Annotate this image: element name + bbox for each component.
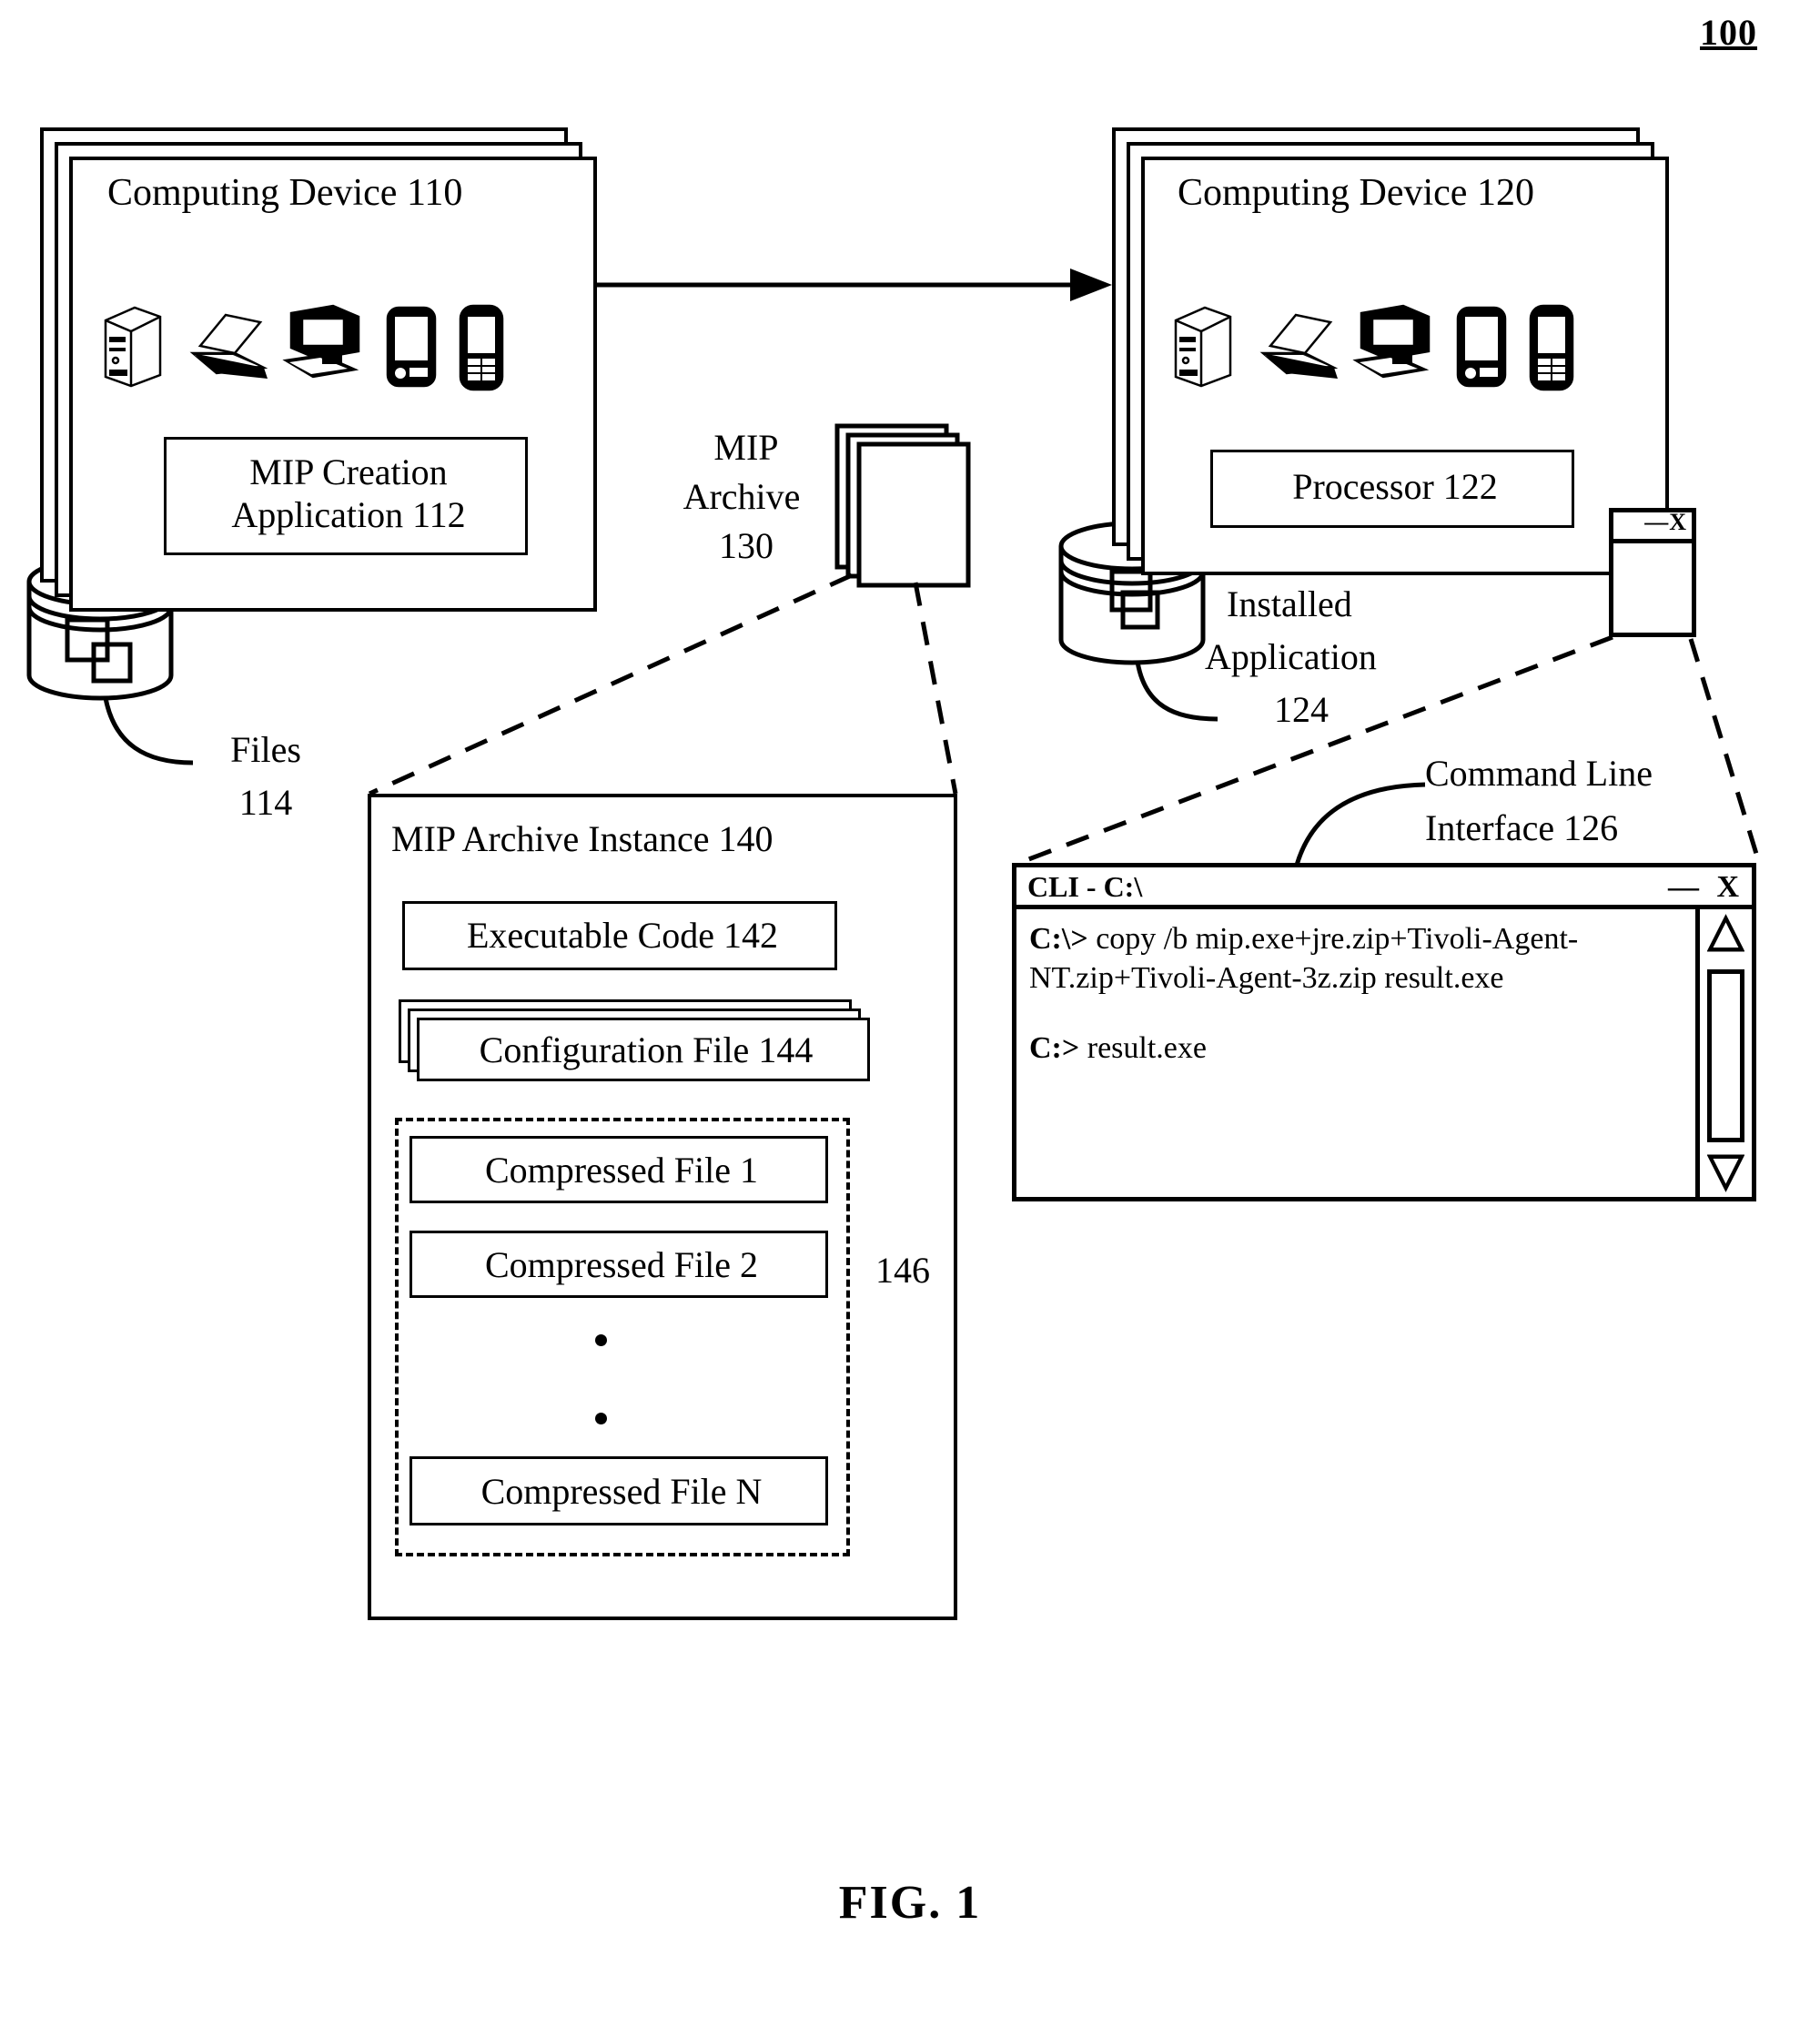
mobile-phone-icon (1529, 304, 1574, 391)
cli-prompt-1: C:\> (1029, 922, 1088, 956)
ellipsis-dot-2 (595, 1413, 607, 1424)
device-icon-row-left (98, 300, 553, 391)
compressed-file-n-box: Compressed File N (410, 1456, 828, 1525)
cli-window[interactable]: CLI - C:\ — X C:\> copy /b mip.exe+jre.z… (1012, 863, 1756, 1201)
patent-figure-page: 100 Computing Device 110 MIP Creation Ap… (0, 0, 1820, 2017)
desktop-computer-icon (282, 304, 360, 379)
laptop-icon (1259, 313, 1339, 379)
mip-archive-130-label-line1: MIP (713, 427, 779, 468)
cli-callout-line2: Interface 126 (1425, 807, 1619, 848)
pda-icon (1456, 306, 1507, 388)
mobile-phone-icon (459, 304, 504, 391)
mip-archive-130-label-line3: 130 (719, 525, 774, 566)
cli-command-2: result.exe (1079, 1030, 1207, 1065)
cli-callout-line1: Command Line (1425, 753, 1653, 794)
processor-122-box: Processor 122 (1210, 450, 1574, 528)
compressed-file-2-label: Compressed File 2 (485, 1244, 758, 1285)
desktop-computer-icon (1352, 304, 1431, 379)
window-glyph-minimize-icon[interactable]: — (1644, 509, 1669, 535)
document-stack-icon (834, 423, 971, 588)
compressed-file-2-box: Compressed File 2 (410, 1231, 828, 1298)
computing-device-110-title: Computing Device 110 (107, 172, 463, 214)
cli-prompt-2: C:> (1029, 1030, 1080, 1065)
cli-scroll-thumb[interactable] (1707, 969, 1744, 1142)
triangle-up-icon[interactable] (1706, 913, 1745, 955)
triangle-down-icon[interactable] (1706, 1151, 1745, 1193)
mip-archive-130-label-line2: Archive (682, 476, 801, 517)
mip-archive-instance-140-title: MIP Archive Instance 140 (391, 818, 774, 859)
window-glyph-icon[interactable]: —X (1609, 508, 1696, 637)
compressed-file-1-box: Compressed File 1 (410, 1136, 828, 1203)
compressed-file-1-label: Compressed File 1 (485, 1150, 758, 1191)
cli-titlebar[interactable]: CLI - C:\ — X (1016, 867, 1752, 909)
files-114-label-line2: 114 (238, 782, 293, 823)
computing-device-120-title: Computing Device 120 (1178, 172, 1534, 214)
cli-minimize-button[interactable]: — (1668, 869, 1699, 906)
configuration-file-144-front: Configuration File 144 (417, 1018, 870, 1081)
cli-output-area[interactable]: C:\> copy /b mip.exe+jre.zip+Tivoli-Agen… (1016, 909, 1695, 1197)
compressed-group-146-ref-label: 146 (875, 1250, 930, 1291)
configuration-file-144-label: Configuration File 144 (479, 1029, 814, 1070)
installed-application-124-line3: 124 (1274, 689, 1329, 730)
laptop-icon (189, 313, 268, 379)
installed-application-124-line2: Application (1205, 636, 1377, 677)
executable-code-142-label: Executable Code 142 (466, 915, 779, 956)
cli-close-button[interactable]: X (1716, 869, 1739, 906)
ellipsis-dot-1 (595, 1334, 607, 1346)
cli-line-2: C:> result.exe (1029, 1029, 1683, 1069)
cli-expansion-dashed-lines (1018, 634, 1759, 866)
window-glyph-close-icon[interactable]: X (1669, 509, 1687, 535)
figure-number-100: 100 (1700, 12, 1757, 53)
mip-creation-application-112-box: MIP Creation Application 112 (164, 437, 528, 555)
executable-code-142-box: Executable Code 142 (402, 901, 837, 970)
files-114-leader-line (103, 697, 194, 765)
installed-application-124-line1: Installed (1227, 583, 1352, 624)
cli-window-title: CLI - C:\ (1027, 870, 1143, 903)
files-114-label-line1: Files (230, 729, 301, 770)
cli-line-1: C:\> copy /b mip.exe+jre.zip+Tivoli-Agen… (1029, 920, 1683, 998)
mip-creation-application-112-label: MIP Creation Application 112 (231, 451, 466, 536)
pda-icon (386, 306, 437, 388)
server-tower-icon (104, 306, 162, 388)
compressed-file-n-label: Compressed File N (480, 1471, 763, 1512)
cli-scrollbar[interactable] (1695, 909, 1752, 1197)
device-icon-row-right (1168, 300, 1623, 391)
figure-caption: FIG. 1 (838, 1877, 982, 1929)
window-glyph-controls: —X (1644, 509, 1687, 536)
cli-command-1: copy /b mip.exe+jre.zip+Tivoli-Agent-NT.… (1029, 922, 1579, 995)
server-tower-icon (1174, 306, 1232, 388)
window-glyph-titlebar: —X (1613, 509, 1692, 543)
processor-122-label: Processor 122 (1292, 466, 1498, 507)
cli-blank-line (1029, 998, 1683, 1029)
